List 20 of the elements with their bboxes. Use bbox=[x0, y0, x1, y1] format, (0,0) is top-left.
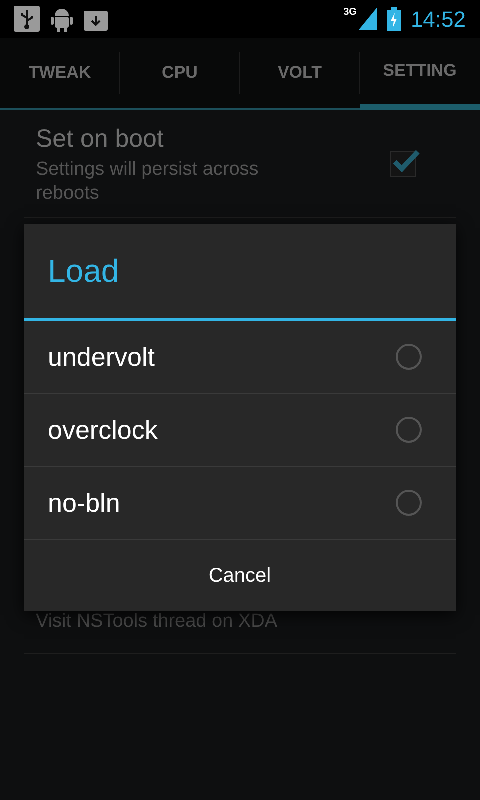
setting-summary: Settings will persist across reboots bbox=[36, 158, 260, 206]
option-row[interactable]: no-bln bbox=[24, 467, 456, 540]
tab[interactable]: CPU bbox=[120, 38, 240, 108]
network-type: 3G bbox=[344, 8, 357, 18]
tab[interactable]: VOLT bbox=[240, 38, 360, 108]
option-row[interactable]: undervolt bbox=[24, 321, 456, 394]
setting-title: Set on boot bbox=[36, 124, 165, 155]
radio-button[interactable] bbox=[396, 490, 422, 516]
option-row[interactable]: overclock bbox=[24, 394, 456, 467]
battery-icon bbox=[386, 7, 401, 31]
radio-button[interactable] bbox=[396, 344, 422, 370]
usb-icon bbox=[14, 6, 40, 32]
android-icon bbox=[50, 6, 74, 32]
radio-button[interactable] bbox=[396, 417, 422, 443]
dialog-title: Load bbox=[48, 252, 120, 291]
clock: 14:52 bbox=[410, 6, 466, 34]
cancel-button[interactable]: Cancel bbox=[24, 540, 456, 611]
tab[interactable]: TWEAK bbox=[0, 38, 120, 108]
tab[interactable]: SETTING bbox=[360, 38, 480, 110]
signal-icon bbox=[358, 8, 377, 30]
